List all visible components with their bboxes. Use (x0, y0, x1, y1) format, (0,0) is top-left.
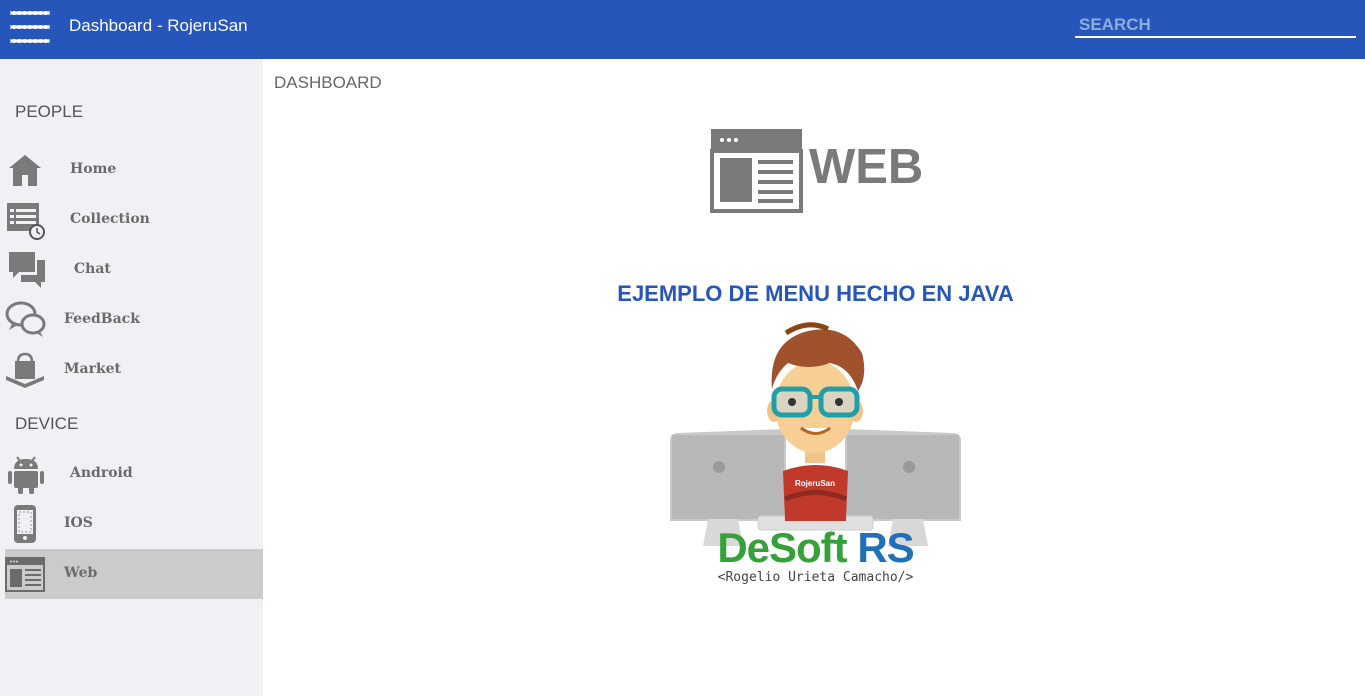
top-bar: Dashboard - RojeruSan (0, 0, 1365, 59)
feedback-icon (5, 301, 46, 337)
sidebar-item-label: Market (64, 361, 122, 377)
web-page-icon (710, 129, 803, 213)
phone-icon (14, 505, 36, 543)
brand-tagline: <Rogelio Urieta Camacho/> (717, 570, 914, 585)
breadcrumb: DASHBOARD (274, 73, 382, 92)
sidebar-item-ios[interactable]: IOS (5, 499, 263, 549)
brand-part-2: RS (857, 524, 914, 571)
sidebar-item-market[interactable]: Market (5, 345, 263, 395)
home-icon (9, 155, 41, 186)
section-title-people: PEOPLE (15, 102, 84, 121)
desoft-brand: DeSoft RS (263, 524, 1365, 572)
sidebar-item-label: IOS (64, 515, 93, 531)
sidebar-item-label: Collection (70, 211, 150, 227)
main-content: DASHBOARD WEB EJEMPLO DE MENU HECHO EN J… (263, 59, 1365, 696)
sidebar: PEOPLE Home Collection Chat FeedBack Mar… (0, 59, 263, 696)
logo-badge-text: RojeruSan (795, 479, 835, 488)
sidebar-item-label: Chat (74, 261, 111, 277)
page-heading: EJEMPLO DE MENU HECHO EN JAVA (617, 281, 1014, 306)
page-label: WEB (809, 140, 924, 194)
search-input[interactable] (1075, 14, 1356, 38)
chat-icon (9, 252, 45, 288)
sidebar-item-chat[interactable]: Chat (5, 245, 263, 295)
sidebar-item-label: FeedBack (64, 311, 140, 327)
web-icon (5, 557, 45, 592)
sidebar-item-label: Android (70, 465, 133, 481)
brand-part-1: DeSoft (717, 524, 847, 571)
collection-icon (7, 203, 45, 240)
sidebar-item-collection[interactable]: Collection (5, 195, 263, 245)
market-icon (6, 352, 44, 388)
app-title: Dashboard - RojeruSan (69, 16, 248, 35)
sidebar-item-web[interactable]: Web (5, 549, 263, 599)
sidebar-item-feedback[interactable]: FeedBack (5, 295, 263, 345)
sidebar-item-label: Home (70, 161, 117, 177)
android-icon (8, 456, 44, 494)
sidebar-item-android[interactable]: Android (5, 449, 263, 499)
sidebar-item-home[interactable]: Home (5, 145, 263, 195)
sidebar-item-label: Web (64, 565, 98, 581)
hamburger-menu-icon[interactable] (10, 11, 50, 45)
section-title-device: DEVICE (15, 414, 79, 433)
